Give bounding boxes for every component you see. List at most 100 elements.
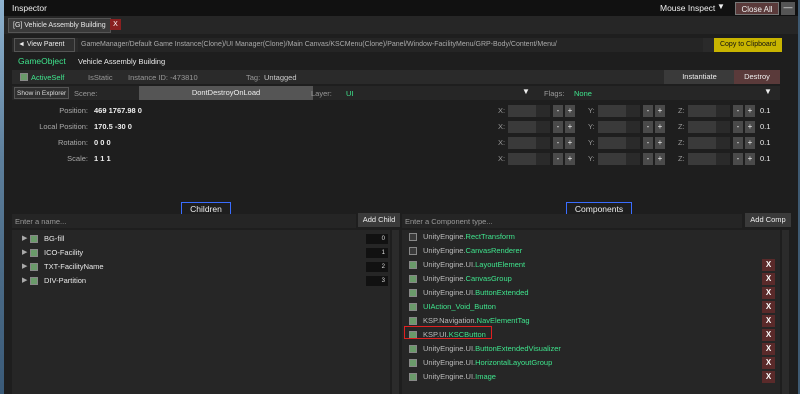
component-item[interactable]: UnityEngine.CanvasGroup X (406, 273, 778, 285)
child-item[interactable]: ▶ BG-fill 0 (16, 233, 390, 245)
child-name-input[interactable]: Enter a name... (12, 214, 356, 228)
remove-component-button[interactable]: X (762, 273, 775, 285)
component-item[interactable]: UnityEngine.UI.ButtonExtended X (406, 287, 778, 299)
child-active-checkbox[interactable] (30, 235, 38, 243)
layer-chevron-down-icon[interactable]: ▼ (522, 87, 530, 96)
expand-triangle-icon[interactable]: ▶ (22, 248, 27, 256)
show-in-explorer-button[interactable]: Show in Explorer (14, 87, 70, 99)
component-item[interactable]: UnityEngine.UI.ButtonExtendedVisualizer X (406, 343, 778, 355)
z-value-field[interactable] (688, 153, 716, 165)
layer-dropdown[interactable]: UI (346, 89, 354, 98)
component-name[interactable]: UnityEngine.RectTransform (423, 232, 515, 241)
y-value-field-secondary[interactable] (626, 121, 640, 133)
z-value-field-secondary[interactable] (716, 105, 730, 117)
component-item[interactable]: UnityEngine.UI.HorizontalLayoutGroup X (406, 357, 778, 369)
x-increment-button[interactable]: + (565, 137, 575, 149)
remove-component-button[interactable]: X (762, 287, 775, 299)
z-value-field-secondary[interactable] (716, 137, 730, 149)
z-decrement-button[interactable]: - (733, 105, 743, 117)
x-decrement-button[interactable]: - (553, 121, 563, 133)
z-decrement-button[interactable]: - (733, 121, 743, 133)
x-value-field[interactable] (508, 137, 536, 149)
component-name[interactable]: UnityEngine.UI.HorizontalLayoutGroup (423, 358, 552, 367)
child-item[interactable]: ▶ DIV-Partition 3 (16, 275, 390, 287)
component-name[interactable]: UIAction_Void_Button (423, 302, 496, 311)
remove-component-button[interactable]: X (762, 301, 775, 313)
remove-component-button[interactable]: X (762, 371, 775, 383)
tab-vehicle-assembly-building[interactable]: [G] Vehicle Assembly Building (8, 18, 111, 33)
component-name[interactable]: UnityEngine.UI.LayoutElement (423, 260, 525, 269)
remove-component-button[interactable]: X (762, 315, 775, 327)
expand-triangle-icon[interactable]: ▶ (22, 234, 27, 242)
components-scrollbar[interactable] (782, 230, 789, 394)
z-value-field-secondary[interactable] (716, 153, 730, 165)
x-increment-button[interactable]: + (565, 105, 575, 117)
active-self-checkbox[interactable] (20, 73, 28, 81)
child-active-checkbox[interactable] (30, 263, 38, 271)
x-value-field-secondary[interactable] (536, 105, 550, 117)
component-name[interactable]: UnityEngine.UI.ButtonExtended (423, 288, 529, 297)
component-name[interactable]: KSP.Navigation.NavElementTag (423, 316, 530, 325)
z-value-field-secondary[interactable] (716, 121, 730, 133)
component-name[interactable]: UnityEngine.CanvasGroup (423, 274, 512, 283)
x-value-field[interactable] (508, 121, 536, 133)
z-value-field[interactable] (688, 105, 716, 117)
remove-component-button[interactable]: X (762, 329, 775, 341)
child-item[interactable]: ▶ ICO-Facility 1 (16, 247, 390, 259)
z-increment-button[interactable]: + (745, 105, 755, 117)
component-enabled-checkbox[interactable] (409, 373, 417, 381)
y-decrement-button[interactable]: - (643, 105, 653, 117)
component-item[interactable]: UIAction_Void_Button X (406, 301, 778, 313)
x-increment-button[interactable]: + (565, 153, 575, 165)
z-value-field[interactable] (688, 121, 716, 133)
z-decrement-button[interactable]: - (733, 137, 743, 149)
x-increment-button[interactable]: + (565, 121, 575, 133)
expand-triangle-icon[interactable]: ▶ (22, 262, 27, 270)
expand-triangle-icon[interactable]: ▶ (22, 276, 27, 284)
component-enabled-checkbox[interactable] (409, 261, 417, 269)
component-item[interactable]: UnityEngine.UI.Image X (406, 371, 778, 383)
y-increment-button[interactable]: + (655, 121, 665, 133)
component-enabled-checkbox[interactable] (409, 317, 417, 325)
minimize-button[interactable]: — (781, 2, 795, 15)
z-increment-button[interactable]: + (745, 137, 755, 149)
z-increment-button[interactable]: + (745, 121, 755, 133)
title-bar[interactable]: Inspector Mouse Inspect ▼ Close All — (4, 0, 798, 16)
instantiate-button[interactable]: Instantiate (664, 70, 735, 84)
component-enabled-checkbox[interactable] (409, 289, 417, 297)
destroy-button[interactable]: Destroy (734, 70, 780, 84)
y-value-field[interactable] (598, 153, 626, 165)
flags-dropdown[interactable]: None (574, 89, 592, 98)
child-item[interactable]: ▶ TXT-FacilityName 2 (16, 261, 390, 273)
mouse-inspect-label[interactable]: Mouse Inspect (660, 3, 715, 13)
component-item[interactable]: UnityEngine.CanvasRenderer (406, 245, 778, 257)
y-decrement-button[interactable]: - (643, 153, 653, 165)
x-decrement-button[interactable]: - (553, 153, 563, 165)
y-increment-button[interactable]: + (655, 153, 665, 165)
mouse-inspect-dropdown-icon[interactable]: ▼ (717, 2, 725, 11)
y-value-field-secondary[interactable] (626, 137, 640, 149)
component-name[interactable]: UnityEngine.UI.Image (423, 372, 496, 381)
close-all-button[interactable]: Close All (735, 2, 779, 15)
component-enabled-checkbox[interactable] (409, 303, 417, 311)
z-value-field[interactable] (688, 137, 716, 149)
scene-value-button[interactable]: DontDestroyOnLoad (139, 86, 313, 100)
copy-to-clipboard-button[interactable]: Copy to Clipboard (714, 38, 782, 52)
x-decrement-button[interactable]: - (553, 105, 563, 117)
remove-component-button[interactable]: X (762, 357, 775, 369)
component-enabled-checkbox[interactable] (409, 359, 417, 367)
x-value-field-secondary[interactable] (536, 137, 550, 149)
y-increment-button[interactable]: + (655, 105, 665, 117)
y-decrement-button[interactable]: - (643, 121, 653, 133)
y-value-field[interactable] (598, 105, 626, 117)
component-item[interactable]: UnityEngine.UI.LayoutElement X (406, 259, 778, 271)
component-name[interactable]: UnityEngine.UI.ButtonExtendedVisualizer (423, 344, 561, 353)
remove-component-button[interactable]: X (762, 259, 775, 271)
x-decrement-button[interactable]: - (553, 137, 563, 149)
component-type-input[interactable]: Enter a Component type... (402, 214, 742, 228)
component-name[interactable]: UnityEngine.CanvasRenderer (423, 246, 522, 255)
remove-component-button[interactable]: X (762, 343, 775, 355)
z-increment-button[interactable]: + (745, 153, 755, 165)
y-value-field-secondary[interactable] (626, 153, 640, 165)
y-value-field[interactable] (598, 121, 626, 133)
